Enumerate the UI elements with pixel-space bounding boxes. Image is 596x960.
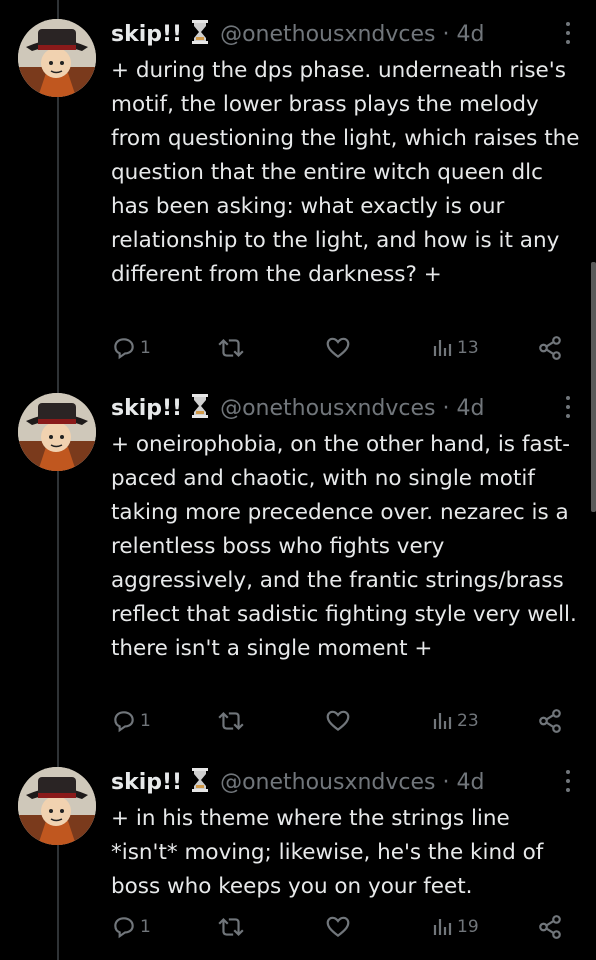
- reply-icon: [114, 917, 134, 939]
- views-chart-icon: [433, 713, 452, 729]
- tweet-header: skip!! @onethousxndvces · 4d: [111, 394, 556, 427]
- retweet-icon: [218, 338, 244, 358]
- scrollbar[interactable]: [591, 262, 596, 512]
- views-button[interactable]: 13: [432, 333, 479, 363]
- reply-icon: [114, 338, 134, 360]
- hourglass-emoji: [191, 20, 209, 53]
- like-button[interactable]: [325, 706, 351, 736]
- reply-icon: [114, 711, 134, 733]
- tweet-text: + in his theme where the strings line *i…: [111, 806, 551, 899]
- reply-count: 1: [140, 917, 151, 937]
- timestamp[interactable]: 4d: [457, 770, 485, 795]
- retweet-button[interactable]: [217, 912, 245, 942]
- display-name[interactable]: skip!!: [111, 22, 182, 47]
- separator-dot: ·: [442, 770, 450, 795]
- view-count: 13: [457, 338, 479, 358]
- separator-dot: ·: [442, 22, 450, 47]
- tweet-header: skip!! @onethousxndvces · 4d: [111, 768, 556, 801]
- share-button[interactable]: [537, 706, 563, 736]
- tweet-header: skip!! @onethousxndvces · 4d: [111, 20, 556, 53]
- avatar[interactable]: [18, 393, 96, 471]
- user-handle[interactable]: @onethousxndvces: [220, 396, 435, 421]
- view-count: 19: [457, 917, 479, 937]
- avatar-image: [18, 767, 96, 845]
- heart-icon: [326, 916, 350, 938]
- retweet-button[interactable]: [217, 706, 245, 736]
- hourglass-emoji: [191, 394, 209, 427]
- user-handle[interactable]: @onethousxndvces: [220, 22, 435, 47]
- tweet-text: + during the dps phase. underneath rise'…: [111, 58, 587, 287]
- timestamp[interactable]: 4d: [457, 22, 485, 47]
- share-icon: [539, 915, 561, 939]
- display-name[interactable]: skip!!: [111, 770, 182, 795]
- reply-count: 1: [140, 711, 151, 731]
- view-count: 23: [457, 711, 479, 731]
- timestamp[interactable]: 4d: [457, 396, 485, 421]
- views-button[interactable]: 19: [432, 912, 479, 942]
- reply-button[interactable]: 1: [111, 912, 151, 942]
- display-name[interactable]: skip!!: [111, 396, 182, 421]
- separator-dot: ·: [442, 396, 450, 421]
- more-options-icon[interactable]: [562, 770, 574, 792]
- share-icon: [539, 336, 561, 360]
- reply-button[interactable]: 1: [111, 706, 151, 736]
- reply-button[interactable]: 1: [111, 333, 151, 363]
- views-button[interactable]: 23: [432, 706, 479, 736]
- tweet-text: + oneirophobia, on the other hand, is fa…: [111, 432, 584, 661]
- heart-icon: [326, 710, 350, 732]
- like-button[interactable]: [325, 912, 351, 942]
- views-chart-icon: [433, 340, 452, 356]
- action-bar: 1 23: [111, 706, 571, 736]
- retweet-icon: [218, 711, 244, 731]
- more-options-icon[interactable]: [562, 396, 574, 418]
- share-icon: [539, 709, 561, 733]
- user-handle[interactable]: @onethousxndvces: [220, 770, 435, 795]
- hourglass-emoji: [191, 768, 209, 801]
- views-chart-icon: [433, 919, 452, 935]
- heart-icon: [326, 337, 350, 359]
- share-button[interactable]: [537, 912, 563, 942]
- action-bar: 1 19: [111, 912, 571, 942]
- action-bar: 1 13: [111, 333, 571, 363]
- avatar-image: [18, 19, 96, 97]
- retweet-icon: [218, 917, 244, 937]
- reply-count: 1: [140, 338, 151, 358]
- avatar-image: [18, 393, 96, 471]
- like-button[interactable]: [325, 333, 351, 363]
- more-options-icon[interactable]: [562, 22, 574, 44]
- retweet-button[interactable]: [217, 333, 245, 363]
- avatar[interactable]: [18, 19, 96, 97]
- share-button[interactable]: [537, 333, 563, 363]
- avatar[interactable]: [18, 767, 96, 845]
